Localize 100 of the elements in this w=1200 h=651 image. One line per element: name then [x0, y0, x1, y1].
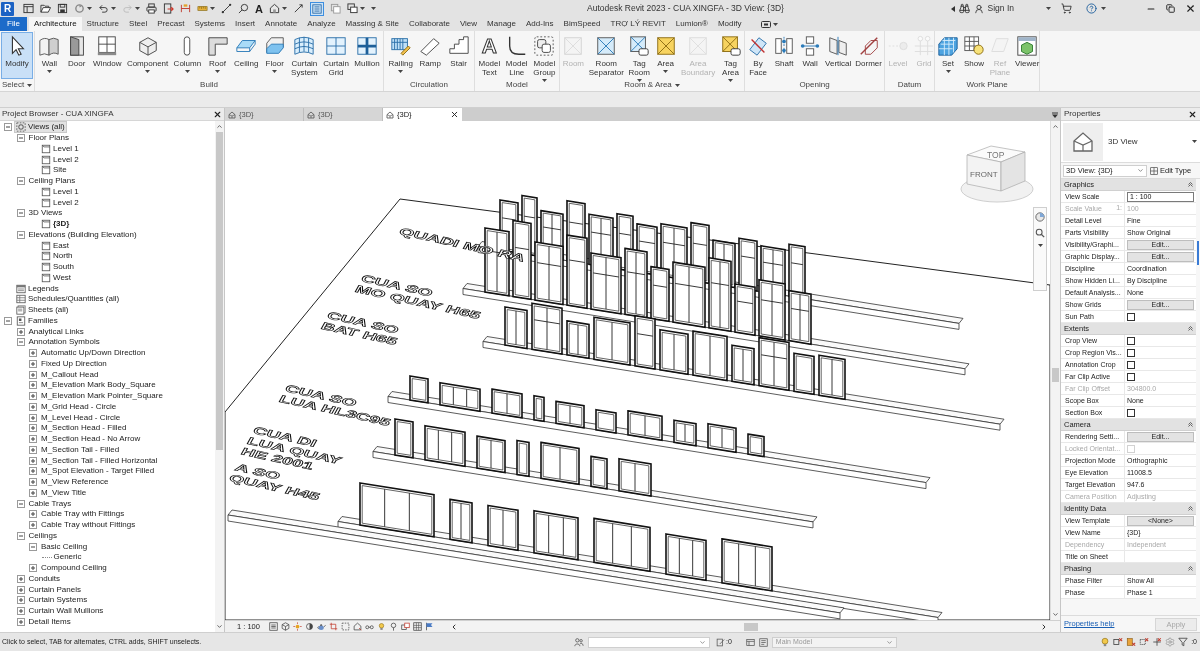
ribbon-tab[interactable]: Lumion® — [670, 17, 713, 31]
expand-box-icon[interactable] — [16, 574, 25, 583]
scrollbar[interactable] — [1050, 121, 1060, 620]
expand-box-icon[interactable] — [29, 564, 37, 573]
save-icon[interactable] — [57, 3, 68, 14]
checkbox[interactable] — [1127, 360, 1135, 369]
zoom-icon[interactable] — [1035, 228, 1045, 238]
scrollbar-thumb[interactable] — [744, 622, 758, 631]
tile-windows-icon[interactable] — [346, 3, 358, 14]
tree-item[interactable]: Curtain Wall Mullions — [27, 606, 105, 617]
tree-item[interactable]: Sheets (all) — [15, 305, 70, 316]
ribbon-button[interactable]: Railing — [386, 32, 415, 79]
ribbon-tab[interactable]: Modify — [712, 17, 747, 31]
ribbon-button[interactable]: Model Line — [503, 32, 530, 79]
shadow-icon[interactable] — [304, 622, 314, 631]
caret-icon[interactable] — [87, 7, 92, 10]
tree-item[interactable]: Generic — [52, 552, 83, 563]
ribbon-button[interactable]: Tag Room — [626, 32, 653, 79]
tree-item[interactable]: South — [40, 262, 75, 273]
tree-item[interactable]: M_Elevation Mark Body_Square — [40, 380, 157, 391]
tree-item[interactable]: Analytical Links — [27, 326, 85, 337]
open-folder-icon[interactable] — [40, 3, 51, 14]
grid-icon[interactable] — [412, 622, 422, 631]
crop-icon[interactable] — [328, 622, 338, 631]
expand-box-icon[interactable] — [16, 585, 25, 594]
page-cross-icon[interactable] — [1126, 637, 1137, 647]
bulb-icon[interactable] — [376, 622, 386, 631]
tree-item[interactable]: Detail Items — [27, 616, 72, 627]
expand-box-icon[interactable] — [29, 370, 37, 379]
panel-toggle-icon[interactable] — [760, 20, 771, 28]
expand-box-icon[interactable] — [29, 413, 37, 422]
tree-item[interactable]: Level 2 — [40, 154, 80, 165]
ribbon-tab[interactable]: Manage — [482, 17, 521, 31]
bulb-icon[interactable] — [1100, 637, 1111, 647]
ribbon-tab[interactable]: Analyze — [302, 17, 341, 31]
type-selector[interactable]: 3D View — [1061, 121, 1200, 163]
ribbon-button[interactable]: Window — [91, 32, 124, 79]
diagonal-arrow-icon[interactable] — [292, 3, 304, 14]
tree-item[interactable]: 3D Views — [27, 208, 64, 219]
tree-item[interactable]: M_View Reference — [40, 477, 110, 488]
pencil-page-icon[interactable] — [716, 637, 725, 647]
tree-item[interactable]: Elevations (Building Elevation) — [27, 229, 138, 240]
caret-icon[interactable] — [1037, 244, 1043, 247]
tree-item[interactable]: Level 1 — [40, 186, 80, 197]
close-icon[interactable] — [450, 110, 459, 119]
ribbon-button[interactable]: Ceiling — [231, 32, 261, 79]
sign-in-button[interactable]: Sign In — [987, 2, 1014, 15]
collapse-box-icon[interactable] — [16, 230, 25, 239]
caret-icon[interactable] — [111, 7, 116, 10]
tree-item[interactable]: West — [40, 272, 73, 283]
expand-box-icon[interactable] — [29, 488, 37, 497]
ribbon-button[interactable]: Curtain System — [289, 32, 320, 79]
expand-box-icon[interactable] — [16, 327, 25, 336]
tree-item[interactable]: Cable Tray with Fittings — [40, 509, 126, 520]
cube-top-label[interactable]: TOP — [987, 149, 1005, 160]
ribbon-button[interactable]: Dormer — [853, 32, 884, 79]
ribbon-button[interactable]: Column — [171, 32, 204, 79]
ribbon-button[interactable]: Model Group — [531, 32, 558, 79]
expand-box-icon[interactable] — [29, 521, 37, 530]
tree-item[interactable]: Cable Trays — [27, 498, 73, 509]
ribbon-tab[interactable]: Structure — [81, 17, 125, 31]
house-icon[interactable] — [352, 622, 362, 631]
app-logo[interactable]: R — [1, 1, 14, 16]
caret-icon[interactable] — [1046, 7, 1051, 10]
collapse-box-icon[interactable] — [4, 316, 12, 325]
scroll-up-icon[interactable] — [1052, 123, 1059, 130]
scroll-left-icon[interactable] — [450, 622, 458, 631]
expand-box-icon[interactable] — [29, 467, 37, 476]
scrollbar-thumb[interactable] — [1052, 368, 1059, 382]
expand-box-icon[interactable] — [16, 617, 25, 626]
expand-box-icon[interactable] — [29, 359, 37, 368]
ribbon-button[interactable]: Ramp — [417, 32, 444, 79]
ribbon-button[interactable]: Shaft — [771, 32, 798, 79]
tree-item[interactable]: East — [40, 240, 70, 251]
checkbox[interactable] — [1127, 336, 1135, 345]
tree-item[interactable]: Views (all) — [15, 122, 66, 133]
left-arrow-icon[interactable] — [950, 5, 955, 12]
layout-icon[interactable] — [745, 637, 755, 647]
ribbon-tab[interactable]: Add-Ins — [521, 17, 559, 31]
cube-icon[interactable] — [280, 622, 290, 631]
ribbon-tab[interactable]: Collaborate — [403, 17, 455, 31]
glasses-icon[interactable] — [364, 622, 374, 631]
tree-item[interactable]: M_Spot Elevation - Target Filled — [40, 466, 156, 477]
tree-item[interactable]: Legends — [15, 283, 60, 294]
tree-item[interactable]: M_Section Tail - Filled — [40, 444, 121, 455]
undo-icon[interactable] — [98, 3, 109, 14]
close-windows-icon[interactable] — [329, 3, 341, 14]
expand-box-icon[interactable] — [29, 435, 37, 444]
tree-item[interactable]: Level 1 — [40, 143, 80, 154]
checkbox[interactable] — [1127, 372, 1135, 381]
flag-icon[interactable] — [424, 622, 434, 631]
collapse-box-icon[interactable] — [16, 209, 25, 218]
expand-box-icon[interactable] — [16, 607, 25, 616]
ribbon-button[interactable]: Wall — [797, 32, 824, 79]
collapse-box-icon[interactable] — [16, 177, 25, 186]
ribbon-tab[interactable]: TRỢ LÝ REVIT — [605, 17, 671, 31]
expand-box-icon[interactable] — [29, 478, 37, 487]
ribbon-button[interactable]: Door — [63, 32, 90, 79]
expand-box-icon[interactable] — [29, 456, 37, 465]
scroll-down-icon[interactable] — [216, 623, 223, 630]
